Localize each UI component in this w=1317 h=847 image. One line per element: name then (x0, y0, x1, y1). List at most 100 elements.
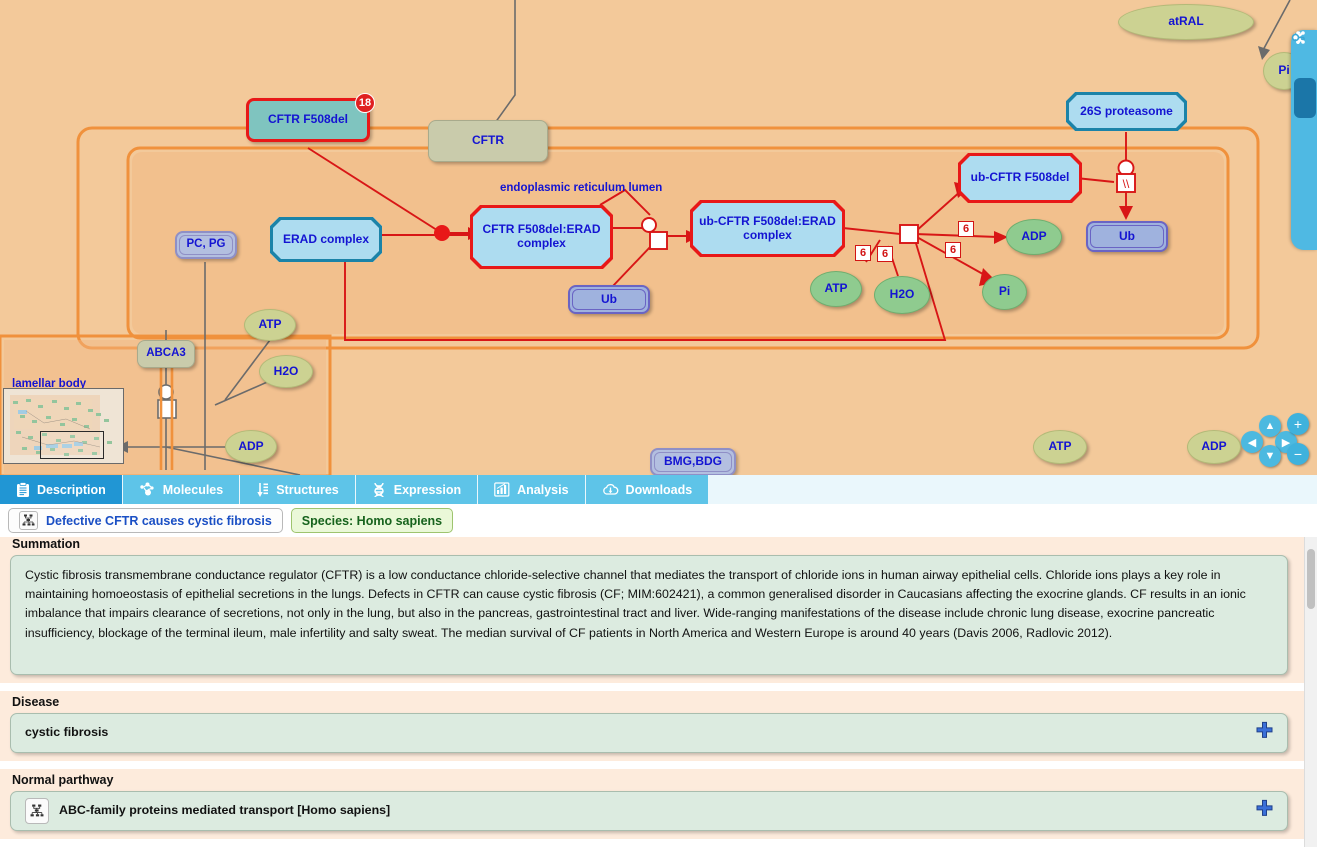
navigation-controls[interactable]: ▲ ◀ ▶ ▼ + − (1241, 411, 1309, 467)
breadcrumb-pathway[interactable]: Defective CFTR causes cystic fibrosis (8, 508, 283, 533)
tab-description[interactable]: Description (0, 475, 123, 504)
node-label: ATP (258, 317, 282, 332)
tab-label: Expression (393, 482, 462, 497)
minimap-viewport[interactable] (40, 431, 104, 459)
summation-heading: Summation (12, 537, 81, 551)
node-adp-2[interactable]: ADP (1006, 219, 1062, 255)
normal-pathway-value: ABC-family proteins mediated transport [… (59, 803, 391, 818)
structure-icon (257, 482, 269, 497)
key-icon (1291, 33, 1305, 42)
summation-text: Cystic fibrosis transmembrane conductanc… (10, 555, 1288, 675)
node-ub-cftr-f508del-erad-complex[interactable]: ub-CFTR F508del:ERAD complex (690, 200, 845, 257)
plus-icon: + (1293, 416, 1303, 432)
pathway-diagram[interactable]: \\ endoplasmic reticulum lumen lamellar … (0, 0, 1317, 475)
content-scrollbar[interactable] (1304, 537, 1317, 847)
disease-row[interactable]: cystic fibrosis (10, 713, 1288, 753)
fireworks-button[interactable] (1293, 32, 1316, 118)
breadcrumb-pathway-label: Defective CFTR causes cystic fibrosis (46, 513, 272, 528)
stoichiometry-label: 6 (877, 246, 893, 262)
node-label: ABCA3 (146, 347, 186, 360)
node-26s-proteasome[interactable]: 26S proteasome (1066, 92, 1187, 131)
node-ub-2[interactable]: Ub (1086, 221, 1168, 252)
minimap[interactable] (3, 388, 124, 464)
tab-analysis[interactable]: Analysis (478, 475, 586, 504)
zoom-in-button[interactable]: + (1287, 413, 1309, 435)
share-button[interactable] (1292, 31, 1316, 160)
tab-structures[interactable]: Structures (240, 475, 356, 504)
plus-icon (1256, 799, 1273, 816)
breadcrumb[interactable]: Defective CFTR causes cystic fibrosis Sp… (0, 504, 1317, 537)
zoom-out-button[interactable]: − (1287, 443, 1309, 465)
node-pc-pg[interactable]: PC, PG (175, 231, 237, 259)
node-h2o-1[interactable]: H2O (259, 355, 313, 388)
expand-normal-pathway-button[interactable] (1256, 799, 1273, 822)
node-atp-3[interactable]: ATP (1033, 430, 1087, 464)
node-adp-3[interactable]: ADP (1187, 430, 1241, 464)
normal-pathway-section: Normal parthway ABC-family proteins medi… (0, 769, 1305, 839)
node-cftr-f508del-erad-complex[interactable]: CFTR F508del:ERAD complex (470, 205, 613, 269)
tab-label: Downloads (625, 482, 693, 497)
stoichiometry-label: 6 (855, 245, 871, 261)
tab-bar[interactable]: Description Molecules Structures Express… (0, 475, 1317, 504)
node-label: CFTR (472, 133, 504, 148)
node-label: ATP (1048, 439, 1072, 454)
node-erad-complex[interactable]: ERAD complex (270, 217, 382, 262)
node-cftr[interactable]: CFTR (428, 120, 548, 162)
details-panel[interactable]: Summation Cystic fibrosis transmembrane … (0, 537, 1305, 847)
key-button[interactable] (1291, 33, 1316, 244)
breadcrumb-species[interactable]: Species: Homo sapiens (290, 508, 454, 533)
pan-down-button[interactable]: ▼ (1259, 445, 1281, 467)
scrollbar-thumb[interactable] (1307, 549, 1315, 609)
cloud-download-icon (602, 483, 618, 495)
node-pi-1[interactable]: Pi (982, 274, 1027, 310)
node-label: Ub (1119, 228, 1135, 243)
dna-icon (374, 482, 384, 497)
tab-molecules[interactable]: Molecules (122, 475, 241, 504)
expand-disease-button[interactable] (1256, 721, 1273, 744)
stoichiometry-label: 6 (958, 221, 974, 237)
tab-label: Analysis (517, 482, 569, 497)
chevron-left-icon: ◀ (1247, 436, 1257, 449)
node-abca3[interactable]: ABCA3 (137, 340, 195, 368)
node-label: H2O (273, 363, 299, 378)
tab-downloads[interactable]: Downloads (585, 475, 710, 504)
node-atral[interactable]: atRAL (1118, 4, 1254, 40)
normal-pathway-heading: Normal parthway (12, 773, 114, 787)
node-label: PC, PG (186, 238, 226, 251)
node-h2o-2[interactable]: H2O (874, 276, 930, 314)
svg-text:\\: \\ (1123, 177, 1130, 191)
chevron-down-icon: ▼ (1264, 450, 1276, 462)
node-label: ub-CFTR F508del:ERAD complex (699, 213, 836, 242)
chevron-up-icon: ▲ (1264, 420, 1276, 432)
node-label: ERAD complex (282, 231, 370, 246)
node-label: Pi (1278, 63, 1290, 78)
normal-pathway-row[interactable]: ABC-family proteins mediated transport [… (10, 791, 1288, 831)
node-atp-2[interactable]: ATP (810, 271, 862, 307)
disease-section: Disease cystic fibrosis (0, 691, 1305, 761)
node-label: CFTR F508del:ERAD complex (482, 222, 601, 250)
node-ub-cftr-f508del[interactable]: ub-CFTR F508del (958, 153, 1082, 203)
node-label: H2O (889, 287, 915, 302)
summation-section: Summation Cystic fibrosis transmembrane … (0, 537, 1305, 683)
diagram-toolbar[interactable] (1291, 30, 1317, 250)
node-adp-1[interactable]: ADP (225, 430, 277, 463)
node-cftr-f508del[interactable]: CFTR F508del 18 (246, 93, 375, 142)
tab-label: Structures (276, 482, 339, 497)
clipboard-icon (17, 481, 29, 497)
node-ub-1[interactable]: Ub (568, 285, 650, 314)
info-button[interactable] (1294, 31, 1316, 202)
node-bmg-bdg[interactable]: BMG,BDG (650, 448, 736, 475)
node-label: Pi (998, 284, 1011, 299)
tab-label: Molecules (162, 482, 224, 497)
node-label: ADP (238, 438, 264, 453)
disease-value: cystic fibrosis (25, 725, 109, 740)
tab-label: Description (37, 482, 106, 497)
node-label: CFTR F508del (267, 112, 348, 127)
node-label: atRAL (1168, 14, 1204, 29)
breadcrumb-species-label: Species: Homo sapiens (301, 513, 443, 528)
node-label: BMG,BDG (664, 454, 722, 469)
minus-icon: − (1293, 446, 1303, 462)
tab-expression[interactable]: Expression (355, 475, 479, 504)
node-label: ATP (824, 281, 848, 296)
node-atp-1[interactable]: ATP (244, 309, 296, 341)
